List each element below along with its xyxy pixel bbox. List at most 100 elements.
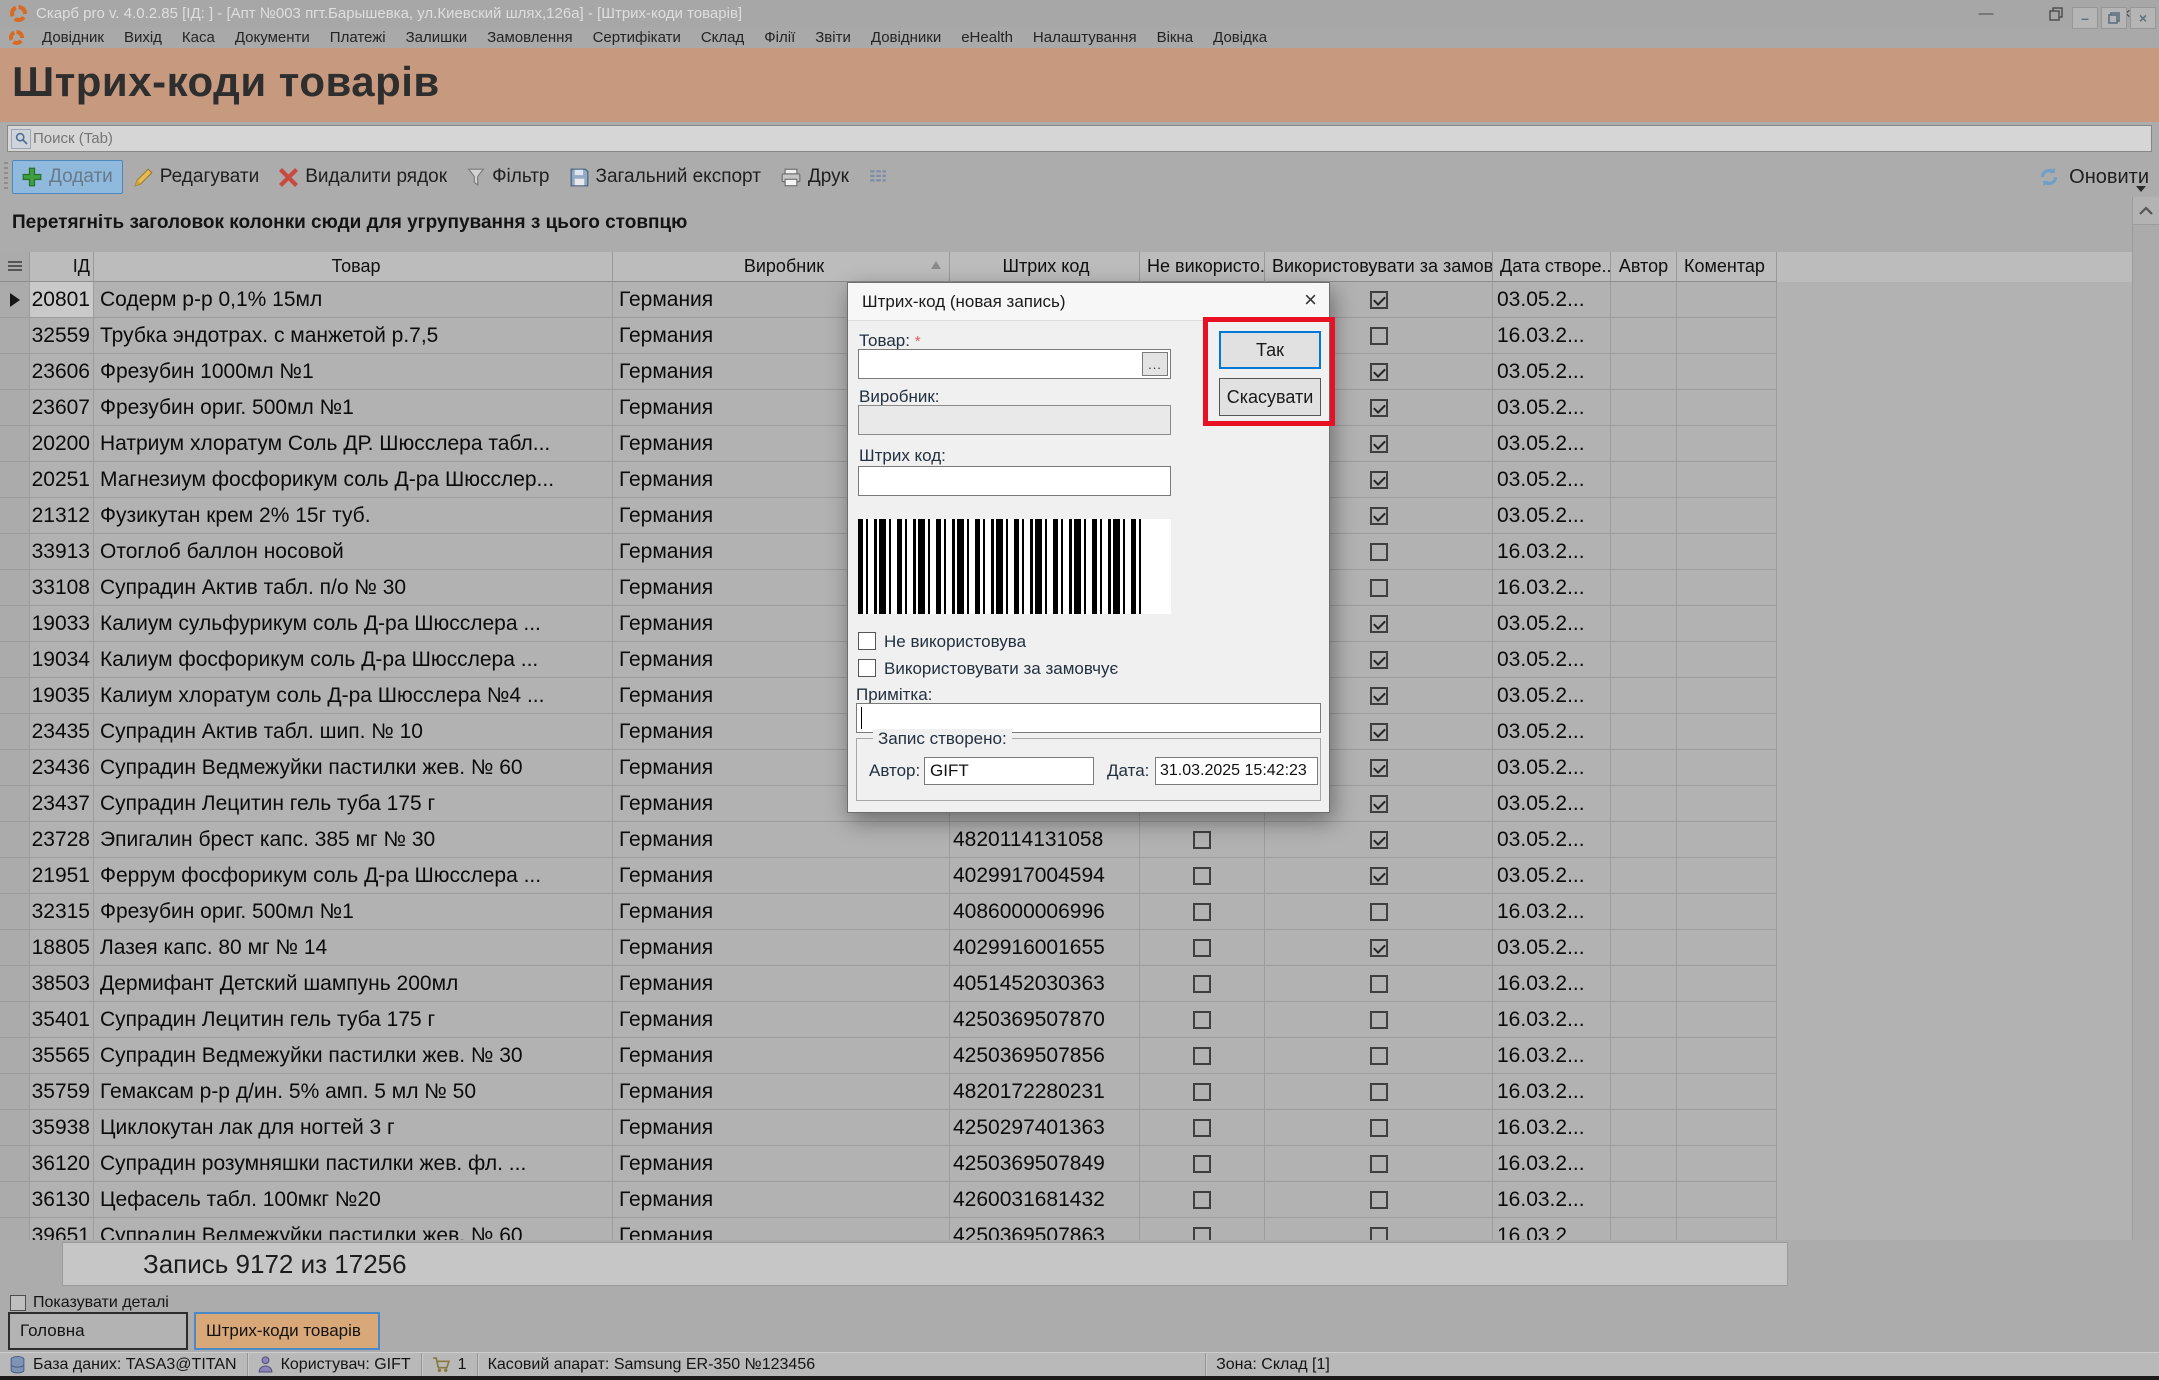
menu-item[interactable]: eHealth xyxy=(951,28,1023,47)
header-date-created[interactable]: Дата створе... xyxy=(1493,252,1611,282)
use-default-checkbox[interactable] xyxy=(1370,1191,1388,1209)
table-row[interactable]: 35759 Гемаксам р-р д/ин. 5% амп. 5 мл № … xyxy=(0,1074,2132,1110)
not-used-checkbox[interactable] xyxy=(1193,1011,1211,1029)
use-default-checkbox[interactable] xyxy=(1370,795,1388,813)
table-row[interactable]: 38503 Дермифант Детский шампунь 200мл Ге… xyxy=(0,966,2132,1002)
toolbar-grip[interactable] xyxy=(2,162,10,192)
menu-item[interactable]: Вікна xyxy=(1147,28,1204,47)
not-used-checkbox[interactable] xyxy=(1193,867,1211,885)
restore-button[interactable] xyxy=(2045,4,2067,24)
refresh-button[interactable]: Оновити xyxy=(2037,157,2149,197)
menu-item[interactable]: Платежі xyxy=(320,28,396,47)
use-default-checkbox[interactable] xyxy=(1370,867,1388,885)
use-default-checkbox[interactable] xyxy=(1370,363,1388,381)
menu-item[interactable]: Сертифікати xyxy=(583,28,691,47)
menu-item[interactable]: Вихід xyxy=(114,28,172,47)
table-row[interactable]: 18805 Лазея капс. 80 мг № 14 Германия 40… xyxy=(0,930,2132,966)
window-tab[interactable]: Штрих-коди товарів xyxy=(194,1312,380,1350)
use-default-checkbox[interactable] xyxy=(1370,1011,1388,1029)
use-default-checkbox[interactable] xyxy=(1370,759,1388,777)
header-use-default[interactable]: Використовувати за замов... xyxy=(1265,252,1493,282)
use-default-checkbox[interactable] xyxy=(1370,975,1388,993)
header-author[interactable]: Автор xyxy=(1611,252,1677,282)
header-product[interactable]: Товар xyxy=(94,252,613,282)
not-used-checkbox[interactable] xyxy=(1193,1155,1211,1173)
mdi-restore-button[interactable] xyxy=(2101,7,2127,29)
table-row[interactable]: 35401 Супрадин Лецитин гель туба 175 г Г… xyxy=(0,1002,2132,1038)
use-default-checkbox[interactable] xyxy=(1370,1119,1388,1137)
not-used-checkbox[interactable] xyxy=(1193,1119,1211,1137)
refresh-dropdown-caret[interactable] xyxy=(2136,186,2146,192)
use-default-checkbox[interactable] xyxy=(1370,471,1388,489)
product-browse-button[interactable]: ... xyxy=(1142,352,1168,376)
table-row[interactable]: 36130 Цефасель табл. 100мкг №20 Германия… xyxy=(0,1182,2132,1218)
use-default-checkbox[interactable] xyxy=(1370,399,1388,417)
menu-item[interactable]: Каса xyxy=(172,28,225,47)
use-default-checkbox[interactable] xyxy=(1370,1155,1388,1173)
use-default-checkbox[interactable] xyxy=(1370,579,1388,597)
mdi-close-button[interactable]: × xyxy=(2130,7,2156,29)
print-button[interactable]: Друк xyxy=(772,160,858,194)
header-row-selector[interactable] xyxy=(0,252,30,282)
not-used-checkbox[interactable] xyxy=(1193,903,1211,921)
use-default-checkbox[interactable] xyxy=(1370,507,1388,525)
window-tab[interactable]: Головна xyxy=(8,1312,188,1350)
use-default-checkbox[interactable] xyxy=(1370,831,1388,849)
vertical-scrollbar[interactable] xyxy=(2132,197,2159,1240)
use-default-checkbox[interactable] xyxy=(1370,1047,1388,1065)
menu-item[interactable]: Документи xyxy=(225,28,320,47)
show-details-control[interactable]: Показувати деталі xyxy=(10,1292,169,1314)
menu-item[interactable]: Довідники xyxy=(861,28,951,47)
product-input[interactable]: ... xyxy=(858,349,1171,379)
header-not-used[interactable]: Не використо... xyxy=(1140,252,1265,282)
header-barcode[interactable]: Штрих код xyxy=(950,252,1140,282)
use-default-checkbox[interactable] xyxy=(1370,615,1388,633)
header-manufacturer[interactable]: Виробник xyxy=(613,252,950,282)
search-field[interactable] xyxy=(7,125,2152,152)
menu-item[interactable]: Замовлення xyxy=(477,28,582,47)
not-used-checkbox[interactable] xyxy=(1193,939,1211,957)
filter-button[interactable]: Фільтр xyxy=(458,160,558,194)
dialog-not-used-checkbox[interactable] xyxy=(858,632,876,650)
menu-item[interactable]: Довідка xyxy=(1203,28,1277,47)
not-used-checkbox[interactable] xyxy=(1193,1047,1211,1065)
table-row[interactable]: 35565 Супрадин Ведмежуйки пастилки жев. … xyxy=(0,1038,2132,1074)
dialog-use-default-checkbox[interactable] xyxy=(858,659,876,677)
use-default-checkbox[interactable] xyxy=(1370,651,1388,669)
header-comment[interactable]: Коментар xyxy=(1677,252,1777,282)
show-details-checkbox[interactable] xyxy=(10,1295,26,1311)
menu-item[interactable]: Залишки xyxy=(396,28,478,47)
use-default-checkbox[interactable] xyxy=(1370,687,1388,705)
not-used-checkbox[interactable] xyxy=(1193,1083,1211,1101)
column-list-button[interactable] xyxy=(860,160,896,194)
barcode-input[interactable] xyxy=(858,466,1171,496)
add-button[interactable]: Додати xyxy=(12,160,123,194)
export-button[interactable]: Загальний експорт xyxy=(561,160,770,194)
table-row[interactable]: 36120 Супрадин розумняшки пастилки жев. … xyxy=(0,1146,2132,1182)
use-default-checkbox[interactable] xyxy=(1370,1227,1388,1241)
use-default-checkbox[interactable] xyxy=(1370,291,1388,309)
table-row[interactable]: 21951 Феррум фосфорикум соль Д-ра Шюссле… xyxy=(0,858,2132,894)
not-used-checkbox[interactable] xyxy=(1193,1227,1211,1241)
edit-button[interactable]: Редагувати xyxy=(125,160,268,194)
date-input[interactable]: 31.03.2025 15:42:23 xyxy=(1155,757,1318,785)
use-default-checkbox[interactable] xyxy=(1370,939,1388,957)
header-id[interactable]: ІД xyxy=(30,252,94,282)
minimize-button[interactable]: — xyxy=(1975,4,1997,24)
menu-item[interactable]: Довідник xyxy=(32,28,114,47)
use-default-checkbox[interactable] xyxy=(1370,1083,1388,1101)
use-default-checkbox[interactable] xyxy=(1370,723,1388,741)
author-input[interactable]: GIFT xyxy=(924,757,1094,785)
not-used-checkbox[interactable] xyxy=(1193,831,1211,849)
menu-item[interactable]: Налаштування xyxy=(1023,28,1147,47)
search-input[interactable] xyxy=(33,130,2151,147)
not-used-checkbox[interactable] xyxy=(1193,1191,1211,1209)
menu-item[interactable]: Філії xyxy=(754,28,805,47)
menu-item[interactable]: Склад xyxy=(691,28,754,47)
use-default-checkbox[interactable] xyxy=(1370,903,1388,921)
use-default-checkbox[interactable] xyxy=(1370,543,1388,561)
not-used-checkbox[interactable] xyxy=(1193,975,1211,993)
table-row[interactable]: 39651 Супрадин Ведмежуйки пастилки жев. … xyxy=(0,1218,2132,1240)
use-default-checkbox[interactable] xyxy=(1370,435,1388,453)
table-row[interactable]: 23728 Эпигалин брест капс. 385 мг № 30 Г… xyxy=(0,822,2132,858)
